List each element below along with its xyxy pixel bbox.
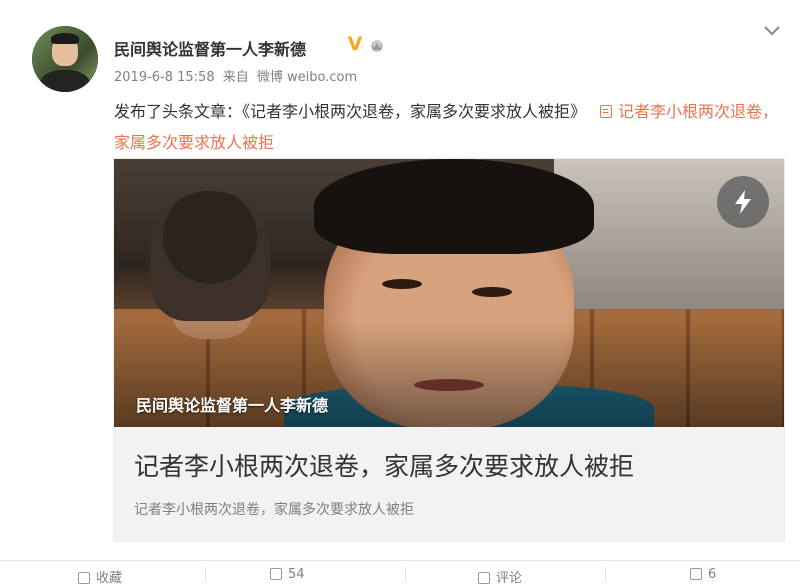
- action-bar: 收藏 54 评论 6: [0, 560, 800, 586]
- username-link[interactable]: 民间舆论监督第一人李新德: [114, 36, 306, 60]
- comment-button[interactable]: 评论: [478, 567, 522, 586]
- favorite-label: 收藏: [96, 571, 123, 586]
- thumbs-up-icon: [690, 568, 702, 580]
- lightning-icon: [735, 190, 751, 214]
- divider: [405, 567, 406, 581]
- chevron-down-icon[interactable]: [762, 24, 782, 38]
- like-count: 6: [708, 567, 717, 582]
- post-text-prefix: 发布了头条文章：《记者李小根两次退卷，家属多次要求放人被拒》: [114, 102, 587, 121]
- post-text: 发布了头条文章：《记者李小根两次退卷，家属多次要求放人被拒》 记者李小根两次退卷，…: [114, 96, 784, 158]
- star-icon: [78, 572, 90, 584]
- flash-button[interactable]: [717, 176, 769, 228]
- source-link[interactable]: 微博 weibo.com: [257, 70, 357, 85]
- article-icon: [600, 105, 613, 118]
- article-image[interactable]: 民间舆论监督第一人李新德: [114, 159, 784, 427]
- image-caption: 民间舆论监督第一人李新德: [136, 396, 329, 415]
- share-count: 54: [288, 567, 305, 582]
- avatar-shirt: [40, 70, 90, 92]
- divider: [605, 567, 606, 581]
- crown-icon[interactable]: [368, 37, 386, 53]
- image-shade: [114, 159, 784, 427]
- post-meta: 2019-6-8 15:58 来自 微博 weibo.com: [114, 66, 361, 85]
- article-card[interactable]: 民间舆论监督第一人李新德 记者李小根两次退卷，家属多次要求放人被拒 记者李小根两…: [113, 158, 785, 542]
- comment-icon: [478, 572, 490, 584]
- article-summary: 记者李小根两次退卷，家属多次要求放人被拒: [134, 502, 414, 518]
- source-prefix: 来自: [222, 70, 249, 85]
- comment-label: 评论: [496, 571, 523, 586]
- verified-icon[interactable]: V: [345, 34, 365, 54]
- divider: [205, 567, 206, 581]
- share-icon: [270, 568, 282, 580]
- share-button[interactable]: 54: [270, 567, 305, 582]
- article-title[interactable]: 记者李小根两次退卷，家属多次要求放人被拒: [134, 447, 634, 483]
- avatar[interactable]: [32, 26, 98, 92]
- like-button[interactable]: 6: [690, 567, 716, 582]
- post-timestamp[interactable]: 2019-6-8 15:58: [114, 70, 215, 85]
- favorite-button[interactable]: 收藏: [78, 567, 122, 586]
- avatar-hair: [51, 33, 79, 44]
